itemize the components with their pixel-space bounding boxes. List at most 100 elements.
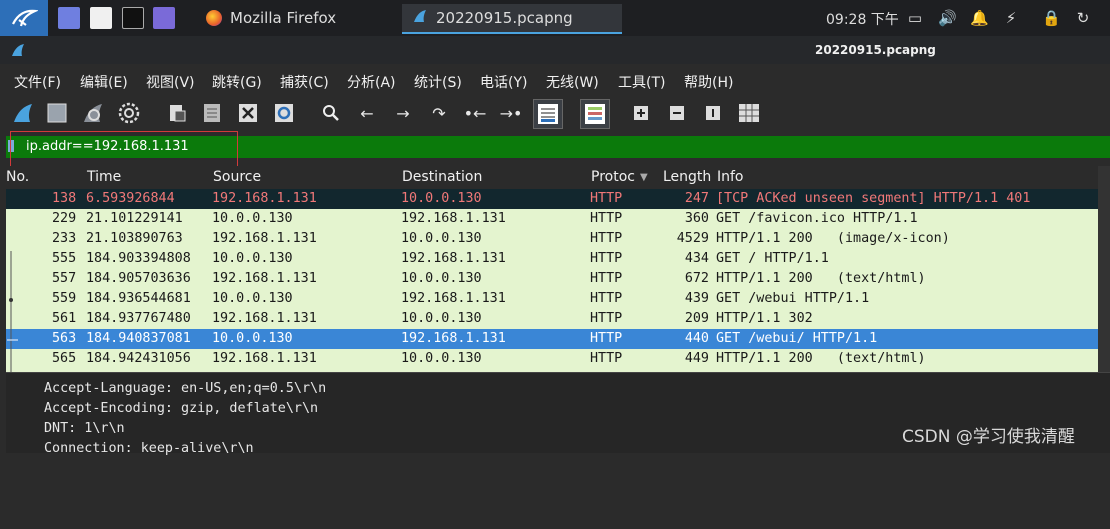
auto-scroll-icon[interactable]	[533, 99, 563, 129]
menu-statistics[interactable]: 统计(S)	[414, 72, 462, 92]
first-packet-icon[interactable]: •←	[462, 100, 488, 126]
menu-file[interactable]: 文件(F)	[14, 72, 61, 92]
packet-no: 229	[52, 211, 77, 226]
col-source[interactable]: Source	[213, 169, 261, 185]
packet-info: HTTP/1.1 200 (image/x-icon)	[716, 231, 950, 246]
menu-tools[interactable]: 工具(T)	[618, 72, 665, 92]
col-length[interactable]: Length	[663, 169, 711, 185]
normal-size-icon[interactable]	[700, 100, 726, 126]
col-destination[interactable]: Destination	[402, 169, 482, 185]
display-filter-bar[interactable]: ip.addr==192.168.1.131	[6, 136, 1110, 158]
go-back-arrow-icon[interactable]: ←	[354, 100, 380, 126]
packet-row[interactable]: 138 6.593926844 192.168.1.131 10.0.0.130…	[6, 189, 1098, 209]
screen-recorder-icon[interactable]	[153, 7, 175, 29]
detail-line[interactable]: Accept-Encoding: gzip, deflate\r\n	[44, 401, 318, 416]
detail-line[interactable]: Accept-Language: en-US,en;q=0.5\r\n	[44, 381, 326, 396]
packet-time: 184.942431056	[86, 351, 191, 366]
packet-length: 209	[684, 311, 709, 326]
notification-bell-icon[interactable]: 🔔	[970, 9, 989, 27]
packet-destination: 10.0.0.130	[401, 271, 482, 286]
packet-length: 434	[684, 251, 709, 266]
taskbar-wireshark[interactable]: 20220915.pcapng	[402, 4, 622, 34]
col-info[interactable]: Info	[717, 169, 744, 185]
packet-row[interactable]: 233 21.103890763 192.168.1.131 10.0.0.13…	[6, 229, 1098, 249]
filter-bookmark-icon[interactable]	[8, 140, 14, 152]
wireshark-fin-icon	[412, 8, 428, 28]
packet-info: HTTP/1.1 200 (text/html)	[716, 351, 926, 366]
menu-analyze[interactable]: 分析(A)	[347, 72, 396, 92]
volume-icon[interactable]: 🔊	[938, 9, 957, 27]
packet-row[interactable]: 559 184.936544681 10.0.0.130 192.168.1.1…	[6, 289, 1098, 309]
packet-destination: 192.168.1.131	[401, 211, 506, 226]
start-capture-icon[interactable]	[10, 100, 36, 126]
clock[interactable]: 09:28 下午	[826, 9, 899, 29]
packet-info: HTTP/1.1 200 (text/html)	[716, 271, 926, 286]
packet-protocol: HTTP	[590, 211, 623, 226]
terminal-icon[interactable]	[122, 7, 144, 29]
zoom-out-icon[interactable]	[664, 100, 690, 126]
refresh-icon[interactable]: ↻	[1074, 9, 1092, 27]
last-packet-icon[interactable]: →•	[498, 100, 524, 126]
power-manager-icon[interactable]: ⚡	[1002, 9, 1020, 27]
packet-row-selected[interactable]: 563 184.940837081 10.0.0.130 192.168.1.1…	[6, 329, 1098, 349]
packet-row[interactable]: 557 184.905703636 192.168.1.131 10.0.0.1…	[6, 269, 1098, 289]
packet-destination: 10.0.0.130	[401, 231, 482, 246]
packet-info: GET /webui/ HTTP/1.1	[716, 331, 878, 346]
menubar: 文件(F) 编辑(E) 视图(V) 跳转(G) 捕获(C) 分析(A) 统计(S…	[0, 64, 1110, 96]
menu-view[interactable]: 视图(V)	[146, 72, 195, 92]
taskbar-firefox[interactable]: Mozilla Firefox	[196, 4, 406, 32]
menu-wireless[interactable]: 无线(W)	[546, 72, 599, 92]
reload-file-icon[interactable]	[271, 100, 297, 126]
detail-line[interactable]: DNT: 1\r\n	[44, 421, 125, 436]
packet-no: 555	[52, 251, 77, 266]
kali-menu-icon[interactable]	[0, 0, 48, 36]
detail-line[interactable]: Connection: keep-alive\r\n	[44, 441, 254, 456]
display-icon[interactable]: ▭	[906, 9, 924, 27]
col-no[interactable]: No.	[6, 169, 29, 185]
workspace-icon[interactable]	[58, 7, 80, 29]
packet-destination: 192.168.1.131	[401, 291, 506, 306]
menu-edit[interactable]: 编辑(E)	[80, 72, 128, 92]
packet-source: 10.0.0.130	[212, 291, 293, 306]
packet-source: 192.168.1.131	[212, 191, 317, 206]
menu-capture[interactable]: 捕获(C)	[280, 72, 329, 92]
menu-go[interactable]: 跳转(G)	[212, 72, 262, 92]
packet-time: 184.905703636	[86, 271, 191, 286]
packet-row[interactable]: 565 184.942431056 192.168.1.131 10.0.0.1…	[6, 349, 1098, 369]
zoom-in-icon[interactable]	[628, 100, 654, 126]
csdn-watermark: CSDN @学习使我清醒	[902, 427, 1075, 447]
open-file-icon[interactable]	[164, 100, 190, 126]
resize-columns-icon[interactable]	[736, 100, 762, 126]
taskbar-wireshark-label: 20220915.pcapng	[436, 9, 573, 27]
packet-source: 10.0.0.130	[212, 211, 293, 226]
packet-no: 138	[52, 191, 77, 206]
col-protocol[interactable]: Protoc	[591, 169, 635, 185]
packet-row[interactable]: 561 184.937767480 192.168.1.131 10.0.0.1…	[6, 309, 1098, 329]
packet-list-header: No. Time Source Destination Protoc ▼ Len…	[0, 166, 1110, 189]
packet-time: 184.936544681	[86, 291, 191, 306]
window-titlebar: 20220915.pcapng	[0, 36, 1110, 64]
packet-source: 192.168.1.131	[212, 231, 317, 246]
go-to-packet-icon[interactable]: ↷	[426, 100, 452, 126]
packet-row[interactable]: 555 184.903394808 10.0.0.130 192.168.1.1…	[6, 249, 1098, 269]
display-filter-input[interactable]: ip.addr==192.168.1.131	[26, 139, 189, 154]
file-manager-icon[interactable]	[90, 7, 112, 29]
stop-capture-icon[interactable]	[44, 100, 70, 126]
packet-destination: 192.168.1.131	[401, 251, 506, 266]
close-file-icon[interactable]	[235, 100, 261, 126]
restart-capture-icon[interactable]	[80, 100, 106, 126]
save-file-icon[interactable]	[199, 100, 225, 126]
packet-info: GET /webui HTTP/1.1	[716, 291, 870, 306]
colorize-list-icon[interactable]	[580, 99, 610, 129]
find-packet-search-icon[interactable]	[318, 100, 344, 126]
packet-row[interactable]: 229 21.101229141 10.0.0.130 192.168.1.13…	[6, 209, 1098, 229]
menu-telephony[interactable]: 电话(Y)	[480, 72, 527, 92]
packet-protocol: HTTP	[590, 231, 623, 246]
packet-list-scrollbar[interactable]	[1098, 166, 1110, 372]
packet-destination: 10.0.0.130	[401, 191, 482, 206]
capture-options-gear-icon[interactable]	[116, 100, 142, 126]
lock-icon[interactable]: 🔒	[1042, 9, 1061, 27]
go-forward-arrow-icon[interactable]: →	[390, 100, 416, 126]
menu-help[interactable]: 帮助(H)	[684, 72, 733, 92]
col-time[interactable]: Time	[87, 169, 121, 185]
